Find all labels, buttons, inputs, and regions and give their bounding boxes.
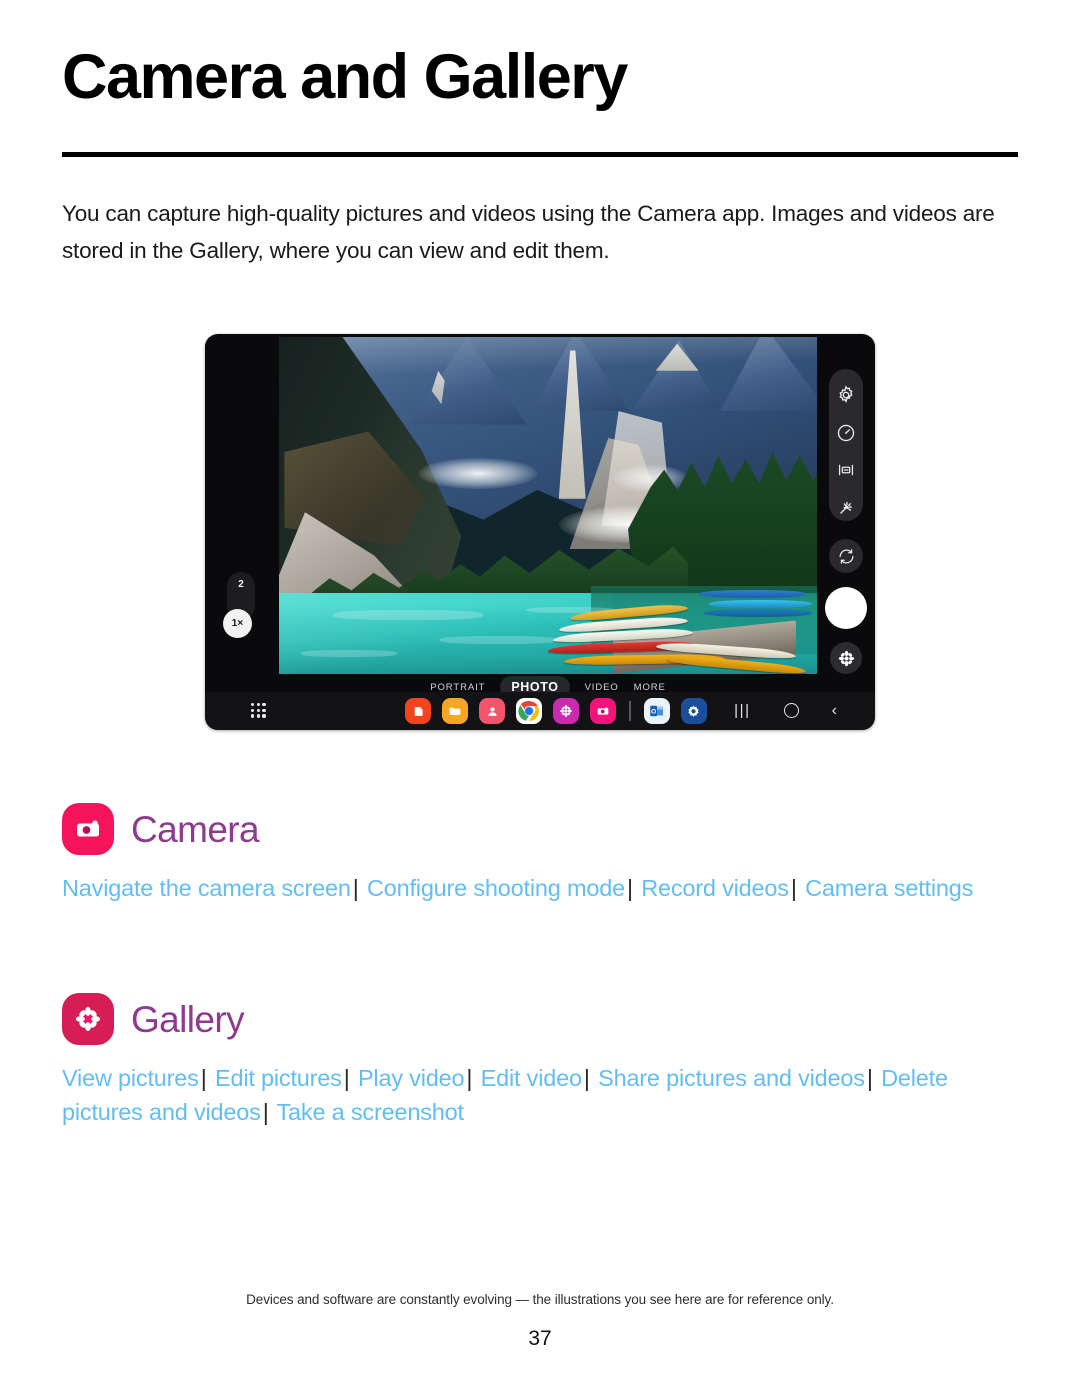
camera-app-icon (62, 803, 114, 855)
shutter-button[interactable] (825, 587, 867, 629)
back-key[interactable]: ‹ (832, 702, 837, 719)
switch-camera-icon[interactable] (829, 539, 863, 573)
gallery-app-icon (62, 993, 114, 1045)
contacts-icon[interactable] (479, 698, 505, 724)
zoom-secondary-label: 2 (238, 579, 244, 590)
camera-left-bezel: 2 1× (205, 337, 279, 674)
camera-viewfinder[interactable] (279, 337, 817, 674)
link-record-videos[interactable]: Record videos (641, 875, 789, 901)
samsung-notes-icon[interactable] (405, 698, 431, 724)
zoom-active-button[interactable]: 1× (223, 609, 252, 638)
gallery-section-header: Gallery (62, 990, 1018, 1048)
water-reflection (440, 635, 559, 644)
camera-right-controls (817, 337, 875, 674)
gallery-links: View pictures| Edit pictures| Play video… (62, 1061, 992, 1129)
taskbar-dock: O (405, 698, 707, 724)
intro-paragraph: You can capture high-quality pictures an… (62, 201, 995, 263)
link-separator: | (790, 875, 797, 901)
link-take-a-screenshot[interactable]: Take a screenshot (277, 1099, 465, 1125)
link-camera-settings[interactable]: Camera settings (805, 875, 973, 901)
link-separator: | (866, 1065, 873, 1091)
link-separator: | (262, 1099, 269, 1125)
camera-links: Navigate the camera screen| Configure sh… (62, 871, 992, 905)
link-share-pictures-and-videos[interactable]: Share pictures and videos (598, 1065, 865, 1091)
mode-portrait[interactable]: PORTRAIT (430, 682, 485, 693)
outlook-icon[interactable]: O (643, 698, 670, 724)
chrome-icon[interactable] (516, 698, 542, 724)
lake-shallows (279, 593, 613, 674)
link-separator: | (466, 1065, 473, 1091)
link-separator: | (352, 875, 359, 901)
camera-section-header: Camera (62, 800, 1018, 858)
mode-video[interactable]: VIDEO (585, 682, 619, 693)
page-number: 37 (528, 1327, 552, 1350)
mist-cloud (418, 458, 538, 489)
link-separator: | (343, 1065, 350, 1091)
link-edit-pictures[interactable]: Edit pictures (215, 1065, 342, 1091)
svg-text:O: O (650, 708, 655, 715)
link-navigate-camera-screen[interactable]: Navigate the camera screen (62, 875, 351, 901)
effects-icon[interactable] (835, 497, 857, 519)
lake-mountain-photo (279, 337, 817, 674)
gallery-icon[interactable] (553, 698, 579, 724)
recents-key[interactable]: ||| (734, 702, 751, 719)
footer-disclaimer: Devices and software are constantly evol… (246, 1292, 834, 1307)
section-camera: Camera Navigate the camera screen| Confi… (62, 800, 1018, 905)
kayak (709, 600, 812, 609)
link-separator: | (200, 1065, 207, 1091)
home-key[interactable] (783, 703, 799, 718)
page-title: Camera and Gallery (62, 42, 628, 112)
water-reflection (332, 609, 484, 621)
navigation-keys: ||| ‹ (734, 702, 837, 719)
link-separator: | (583, 1065, 590, 1091)
title-divider (62, 152, 1018, 157)
tablet-illustration: 2 1× PORTRAIT PHOTO VIDEO MORE O ||| ‹ (205, 334, 875, 730)
link-view-pictures[interactable]: View pictures (62, 1065, 199, 1091)
taskbar-separator (629, 701, 631, 721)
gallery-preview-icon[interactable] (830, 642, 862, 674)
mode-more[interactable]: MORE (634, 682, 666, 693)
camera-section-title: Camera (131, 808, 260, 850)
water-reflection (300, 650, 398, 658)
aspect-ratio-icon[interactable] (835, 459, 857, 481)
camera-icon[interactable] (590, 698, 616, 724)
link-separator: | (626, 875, 633, 901)
android-taskbar: O ||| ‹ (205, 692, 875, 730)
settings-icon[interactable] (835, 384, 857, 406)
apps-grid-icon[interactable] (251, 703, 266, 718)
link-edit-video[interactable]: Edit video (481, 1065, 582, 1091)
gallery-section-title: Gallery (131, 998, 245, 1040)
mist-cloud (612, 465, 688, 492)
timer-icon[interactable] (835, 422, 857, 444)
link-configure-shooting-mode[interactable]: Configure shooting mode (367, 875, 625, 901)
kayak (698, 590, 807, 599)
settings-icon[interactable] (680, 698, 707, 724)
my-files-icon[interactable] (442, 698, 468, 724)
section-gallery: Gallery View pictures| Edit pictures| Pl… (62, 990, 1018, 1129)
link-play-video[interactable]: Play video (358, 1065, 465, 1091)
